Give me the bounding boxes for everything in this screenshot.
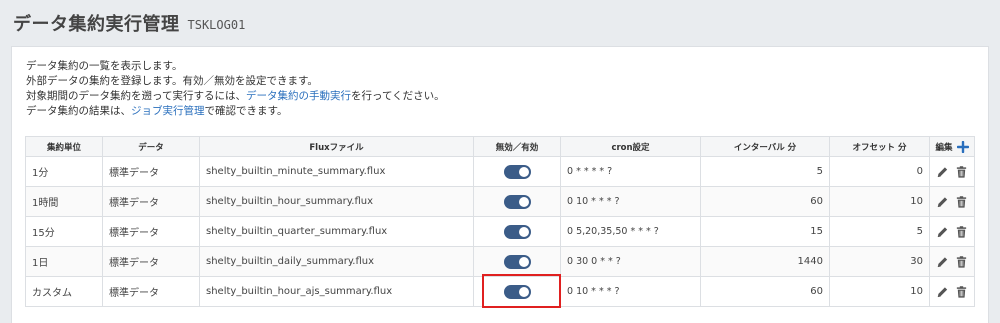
cell-enabled <box>473 216 561 247</box>
pencil-icon[interactable] <box>936 165 949 179</box>
description-line-4-text: データ集約の結果は、 <box>26 105 131 117</box>
enabled-toggle[interactable] <box>503 254 531 269</box>
cell-flux: shelty_builtin_hour_summary.flux <box>199 186 474 217</box>
cell-cron: 0 30 0 * * ? <box>560 246 701 277</box>
pencil-icon[interactable] <box>936 255 949 269</box>
page-header: データ集約実行管理 TSKLOG01 <box>0 0 1000 46</box>
cell-flux: shelty_builtin_minute_summary.flux <box>199 156 474 187</box>
page-code: TSKLOG01 <box>187 18 246 32</box>
column-header-cron: cron設定 <box>560 136 701 157</box>
enabled-toggle[interactable] <box>503 224 531 239</box>
plus-icon[interactable] <box>956 140 969 153</box>
column-header-flux: Fluxファイル <box>199 136 474 157</box>
cell-offset: 10 <box>829 276 930 307</box>
cell-flux: shelty_builtin_quarter_summary.flux <box>199 216 474 247</box>
cell-unit: 1分 <box>25 156 103 187</box>
table-row: 15分 標準データ shelty_builtin_quarter_summary… <box>25 216 975 247</box>
cell-data: 標準データ <box>102 246 200 277</box>
cell-enabled <box>473 276 561 307</box>
table-row: 1日 標準データ shelty_builtin_daily_summary.fl… <box>25 246 975 277</box>
description-line-3-suffix: を行ってください。 <box>350 90 445 102</box>
cell-data: 標準データ <box>102 186 200 217</box>
pencil-icon[interactable] <box>936 285 949 299</box>
cell-unit: 1日 <box>25 246 103 277</box>
cell-unit: 15分 <box>25 216 103 247</box>
aggregation-table: 集約単位 データ Fluxファイル 無効／有効 cron設定 インターバル 分 … <box>25 136 975 307</box>
enabled-toggle[interactable] <box>503 284 531 299</box>
column-header-data: データ <box>102 136 200 157</box>
pencil-icon[interactable] <box>936 225 949 239</box>
cell-enabled <box>473 156 561 187</box>
cell-offset: 5 <box>829 216 930 247</box>
description-line-1: データ集約の一覧を表示します。 <box>26 60 183 72</box>
cell-cron: 0 * * * * ? <box>560 156 701 187</box>
trash-icon[interactable] <box>955 285 968 299</box>
cell-flux: shelty_builtin_daily_summary.flux <box>199 246 474 277</box>
enabled-toggle[interactable] <box>503 194 531 209</box>
description-line-4-suffix: で確認できます。 <box>204 105 288 117</box>
manual-aggregation-link[interactable]: データ集約の手動実行 <box>246 90 351 102</box>
cell-interval: 60 <box>700 276 830 307</box>
cell-cron: 0 10 * * * ? <box>560 276 701 307</box>
cell-actions <box>929 216 975 247</box>
trash-icon[interactable] <box>955 165 968 179</box>
trash-icon[interactable] <box>955 255 968 269</box>
enabled-toggle[interactable] <box>503 164 531 179</box>
cell-enabled <box>473 186 561 217</box>
column-header-offset: オフセット 分 <box>829 136 930 157</box>
cell-offset: 0 <box>829 156 930 187</box>
cell-interval: 1440 <box>700 246 830 277</box>
job-management-link[interactable]: ジョブ実行管理 <box>131 105 205 117</box>
cell-unit: 1時間 <box>25 186 103 217</box>
cell-interval: 60 <box>700 186 830 217</box>
column-header-edit: 編集 <box>929 136 975 157</box>
column-header-interval: インターバル 分 <box>700 136 830 157</box>
cell-flux: shelty_builtin_hour_ajs_summary.flux <box>199 276 474 307</box>
pencil-icon[interactable] <box>936 195 949 209</box>
cell-actions <box>929 156 975 187</box>
cell-interval: 15 <box>700 216 830 247</box>
column-header-unit: 集約単位 <box>25 136 103 157</box>
cell-offset: 30 <box>829 246 930 277</box>
description: データ集約の一覧を表示します。 外部データの集約を登録します。有効／無効を設定で… <box>26 59 445 119</box>
cell-cron: 0 5,20,35,50 * * * ? <box>560 216 701 247</box>
description-line-2: 外部データの集約を登録します。有効／無効を設定できます。 <box>26 75 318 87</box>
cell-unit: カスタム <box>25 276 103 307</box>
table-row: 1時間 標準データ shelty_builtin_hour_summary.fl… <box>25 186 975 217</box>
table-row: カスタム 標準データ shelty_builtin_hour_ajs_summa… <box>25 276 975 307</box>
description-line-3: 対象期間のデータ集約を遡って実行するには、データ集約の手動実行を行ってください。 <box>26 89 445 104</box>
cell-data: 標準データ <box>102 216 200 247</box>
cell-data: 標準データ <box>102 156 200 187</box>
column-header-enabled: 無効／有効 <box>473 136 561 157</box>
description-line-4: データ集約の結果は、ジョブ実行管理で確認できます。 <box>26 104 445 119</box>
cell-actions <box>929 246 975 277</box>
table-header-row: 集約単位 データ Fluxファイル 無効／有効 cron設定 インターバル 分 … <box>25 136 975 157</box>
page-title: データ集約実行管理 <box>13 14 180 35</box>
cell-actions <box>929 186 975 217</box>
description-line-3-text: 対象期間のデータ集約を遡って実行するには、 <box>26 90 246 102</box>
trash-icon[interactable] <box>955 195 968 209</box>
cell-enabled <box>473 246 561 277</box>
main-panel: データ集約の一覧を表示します。 外部データの集約を登録します。有効／無効を設定で… <box>11 46 989 323</box>
column-header-edit-label: 編集 <box>935 142 953 153</box>
cell-offset: 10 <box>829 186 930 217</box>
table-row: 1分 標準データ shelty_builtin_minute_summary.f… <box>25 156 975 187</box>
cell-data: 標準データ <box>102 276 200 307</box>
cell-actions <box>929 276 975 307</box>
trash-icon[interactable] <box>955 225 968 239</box>
cell-interval: 5 <box>700 156 830 187</box>
cell-cron: 0 10 * * * ? <box>560 186 701 217</box>
